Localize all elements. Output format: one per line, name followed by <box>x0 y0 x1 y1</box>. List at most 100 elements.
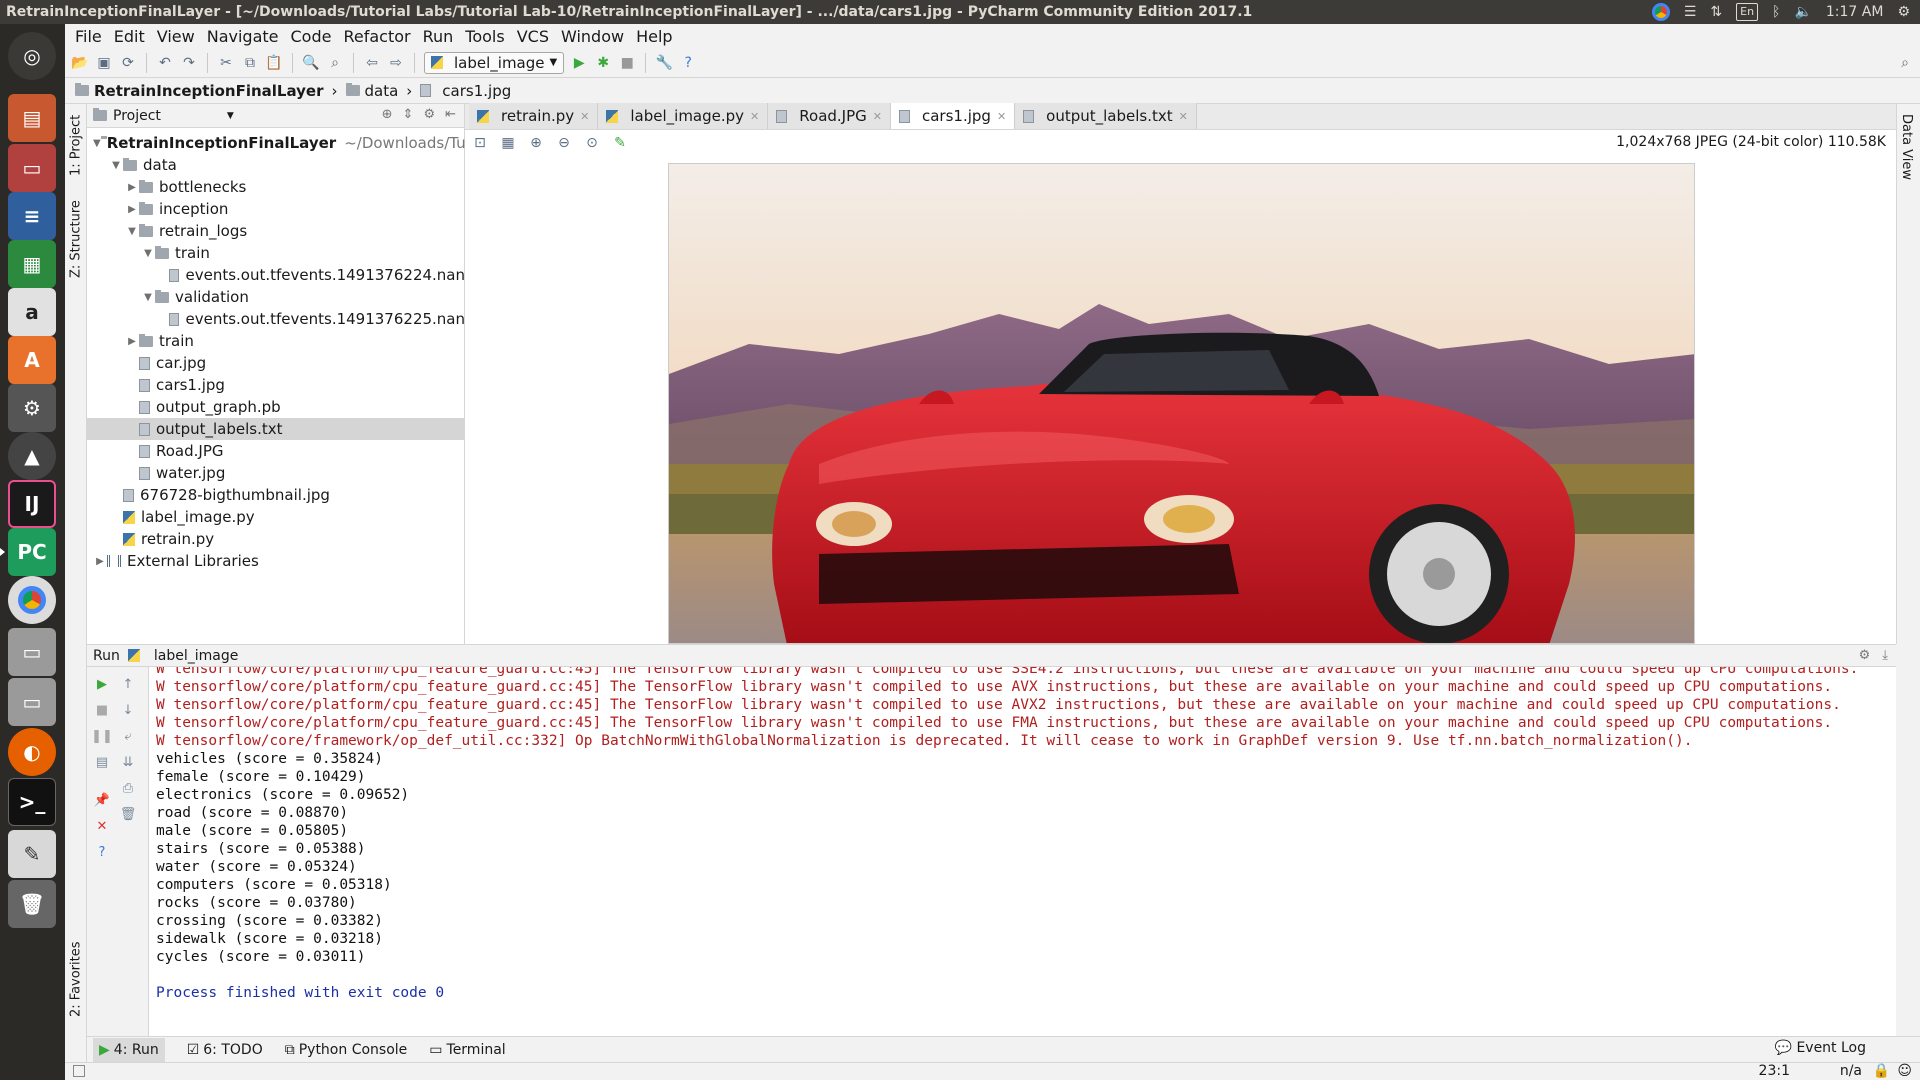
collapse-icon[interactable]: ⇕ <box>403 107 414 122</box>
help-icon[interactable]: ? <box>679 54 697 72</box>
tree-item[interactable]: ▼ data <box>87 154 465 176</box>
menu-vcs[interactable]: VCS <box>511 27 555 46</box>
menu-run[interactable]: Run <box>417 27 460 46</box>
power-gear-icon[interactable]: ⚙ <box>1897 0 1910 24</box>
grid-toggle-icon[interactable]: ⊡ <box>471 134 489 152</box>
clock[interactable]: 1:17 AM <box>1826 0 1884 24</box>
updater-launcher-icon[interactable]: ▲ <box>8 432 56 480</box>
data-view-tool-button[interactable]: Data View <box>1899 114 1914 180</box>
editor-tab[interactable]: cars1.jpg ✕ <box>890 103 1016 129</box>
expand-arrow-closed-icon[interactable]: ▶ <box>93 556 107 567</box>
structure-tool-button[interactable]: Z: Structure <box>65 194 87 284</box>
tree-item[interactable]: output_labels.txt <box>87 418 465 440</box>
tree-item[interactable]: ▼ retrain_logs <box>87 220 465 242</box>
project-tool-button[interactable]: 1: Project <box>65 110 87 180</box>
disk2-launcher-icon[interactable]: ▭ <box>8 678 56 726</box>
menu-help[interactable]: Help <box>630 27 678 46</box>
tree-item[interactable]: retrain.py <box>87 528 465 550</box>
gear-icon[interactable]: ⚙ <box>423 107 435 122</box>
editor-tab[interactable]: Road.JPG ✕ <box>768 103 891 129</box>
menu-tray-icon[interactable]: ☰ <box>1684 0 1697 24</box>
project-view-select[interactable]: Project <box>113 108 161 124</box>
expand-arrow-open-icon[interactable]: ▼ <box>109 160 123 171</box>
menu-window[interactable]: Window <box>555 27 630 46</box>
forward-icon[interactable]: ⇨ <box>387 54 405 72</box>
clear-all-icon[interactable]: 🗑 <box>119 805 137 823</box>
lock-icon[interactable]: 🔒 <box>1873 1063 1890 1079</box>
writer-launcher-icon[interactable]: ≡ <box>8 192 56 240</box>
chessboard-icon[interactable]: ▦ <box>499 134 517 152</box>
tree-item[interactable]: ▼ RetrainInceptionFinalLayer ~/Downloads/T… <box>87 132 465 154</box>
close-icon[interactable]: ✕ <box>1179 110 1188 123</box>
editor-tab[interactable]: retrain.py ✕ <box>469 103 599 129</box>
menu-code[interactable]: Code <box>285 27 338 46</box>
menu-file[interactable]: File <box>69 27 108 46</box>
close-icon[interactable]: ✕ <box>997 110 1006 123</box>
tree-item[interactable]: ▼ train <box>87 242 465 264</box>
pin-icon[interactable]: 📌 <box>93 791 111 809</box>
breadcrumb-item-file[interactable]: cars1.jpg <box>420 82 511 100</box>
run-panel-config-tab[interactable]: label_image <box>154 648 238 664</box>
color-picker-icon[interactable]: ✎ <box>611 134 629 152</box>
expand-arrow-closed-icon[interactable]: ▶ <box>125 336 139 347</box>
tree-item[interactable]: ▶ inception <box>87 198 465 220</box>
event-log-button[interactable]: 💬 Event Log <box>1775 1040 1866 1056</box>
tool-windows-toggle-icon[interactable] <box>73 1065 85 1077</box>
print-icon[interactable]: ⎙ <box>119 779 137 797</box>
file-encoding[interactable]: n/a <box>1840 1063 1862 1079</box>
amazon-launcher-icon[interactable]: a <box>8 288 56 336</box>
undo-icon[interactable]: ↶ <box>156 54 174 72</box>
down-stack-icon[interactable]: ↓ <box>119 701 137 719</box>
chrome-launcher-icon[interactable] <box>8 576 56 624</box>
console-output[interactable]: W tensorflow/core/platform/cpu_feature_g… <box>150 667 1896 1037</box>
actual-size-icon[interactable]: ⊙ <box>583 134 601 152</box>
software-center-launcher-icon[interactable]: A <box>8 336 56 384</box>
disk-launcher-icon[interactable]: ▭ <box>8 628 56 676</box>
expand-arrow-closed-icon[interactable]: ▶ <box>125 204 139 215</box>
bluetooth-tray-icon[interactable]: ᛒ <box>1772 0 1780 24</box>
terminal-launcher-icon[interactable]: >_ <box>8 778 56 826</box>
pause-icon[interactable]: ❚❚ <box>91 727 113 745</box>
zoom-in-icon[interactable]: ⊕ <box>527 134 545 152</box>
settings-launcher-icon[interactable]: ⚙ <box>8 384 56 432</box>
redo-icon[interactable]: ↷ <box>180 54 198 72</box>
tree-item[interactable]: car.jpg <box>87 352 465 374</box>
trash-launcher-icon[interactable]: 🗑 <box>8 880 56 928</box>
tree-item[interactable]: events.out.tfevents.1491376224.nan <box>87 264 465 286</box>
menu-edit[interactable]: Edit <box>108 27 151 46</box>
bottom-tool-tab[interactable]: ⧉ Python Console <box>285 1042 408 1058</box>
stop-icon[interactable]: ■ <box>93 701 111 719</box>
target-icon[interactable]: ⊕ <box>382 107 393 122</box>
menu-refactor[interactable]: Refactor <box>337 27 416 46</box>
soft-wrap-icon[interactable]: ⤶ <box>119 727 137 745</box>
layout-icon[interactable]: ▤ <box>93 753 111 771</box>
favorites-tool-button[interactable]: 2: Favorites <box>65 934 87 1024</box>
tree-item[interactable]: 676728-bigthumbnail.jpg <box>87 484 465 506</box>
replace-icon[interactable]: ⌕ <box>326 54 344 72</box>
editor-tab[interactable]: output_labels.txt ✕ <box>1015 103 1197 129</box>
stop-icon[interactable]: ■ <box>618 54 636 72</box>
up-stack-icon[interactable]: ↑ <box>119 675 137 693</box>
copy-icon[interactable]: ⧉ <box>241 54 259 72</box>
search-everywhere-icon[interactable]: ⌕ <box>1896 54 1914 72</box>
settings-wrench-icon[interactable]: 🔧 <box>655 54 673 72</box>
hector-icon[interactable]: ☺ <box>1897 1063 1912 1079</box>
tree-item[interactable]: Road.JPG <box>87 440 465 462</box>
impress-launcher-icon[interactable]: ▤ <box>8 94 56 142</box>
cut-icon[interactable]: ✂ <box>217 54 235 72</box>
tree-item[interactable]: cars1.jpg <box>87 374 465 396</box>
network-tray-icon[interactable]: ⇅ <box>1710 0 1722 24</box>
bottom-tool-tab[interactable]: ▶ 4: Run <box>93 1037 165 1062</box>
chrome-tray-icon[interactable] <box>1651 3 1670 21</box>
tree-item[interactable]: ▶ bottlenecks <box>87 176 465 198</box>
expand-arrow-open-icon[interactable]: ▼ <box>93 138 101 149</box>
tree-item[interactable]: ▼ validation <box>87 286 465 308</box>
close-icon[interactable]: ✕ <box>750 110 759 123</box>
sync-icon[interactable]: ⟳ <box>119 54 137 72</box>
expand-arrow-open-icon[interactable]: ▼ <box>141 292 155 303</box>
firefox-launcher-icon[interactable]: ◐ <box>8 728 56 776</box>
back-icon[interactable]: ⇦ <box>363 54 381 72</box>
rerun-icon[interactable]: ▶ <box>93 675 111 693</box>
keyboard-layout-indicator[interactable]: En <box>1736 3 1759 21</box>
run-icon[interactable]: ▶ <box>570 54 588 72</box>
